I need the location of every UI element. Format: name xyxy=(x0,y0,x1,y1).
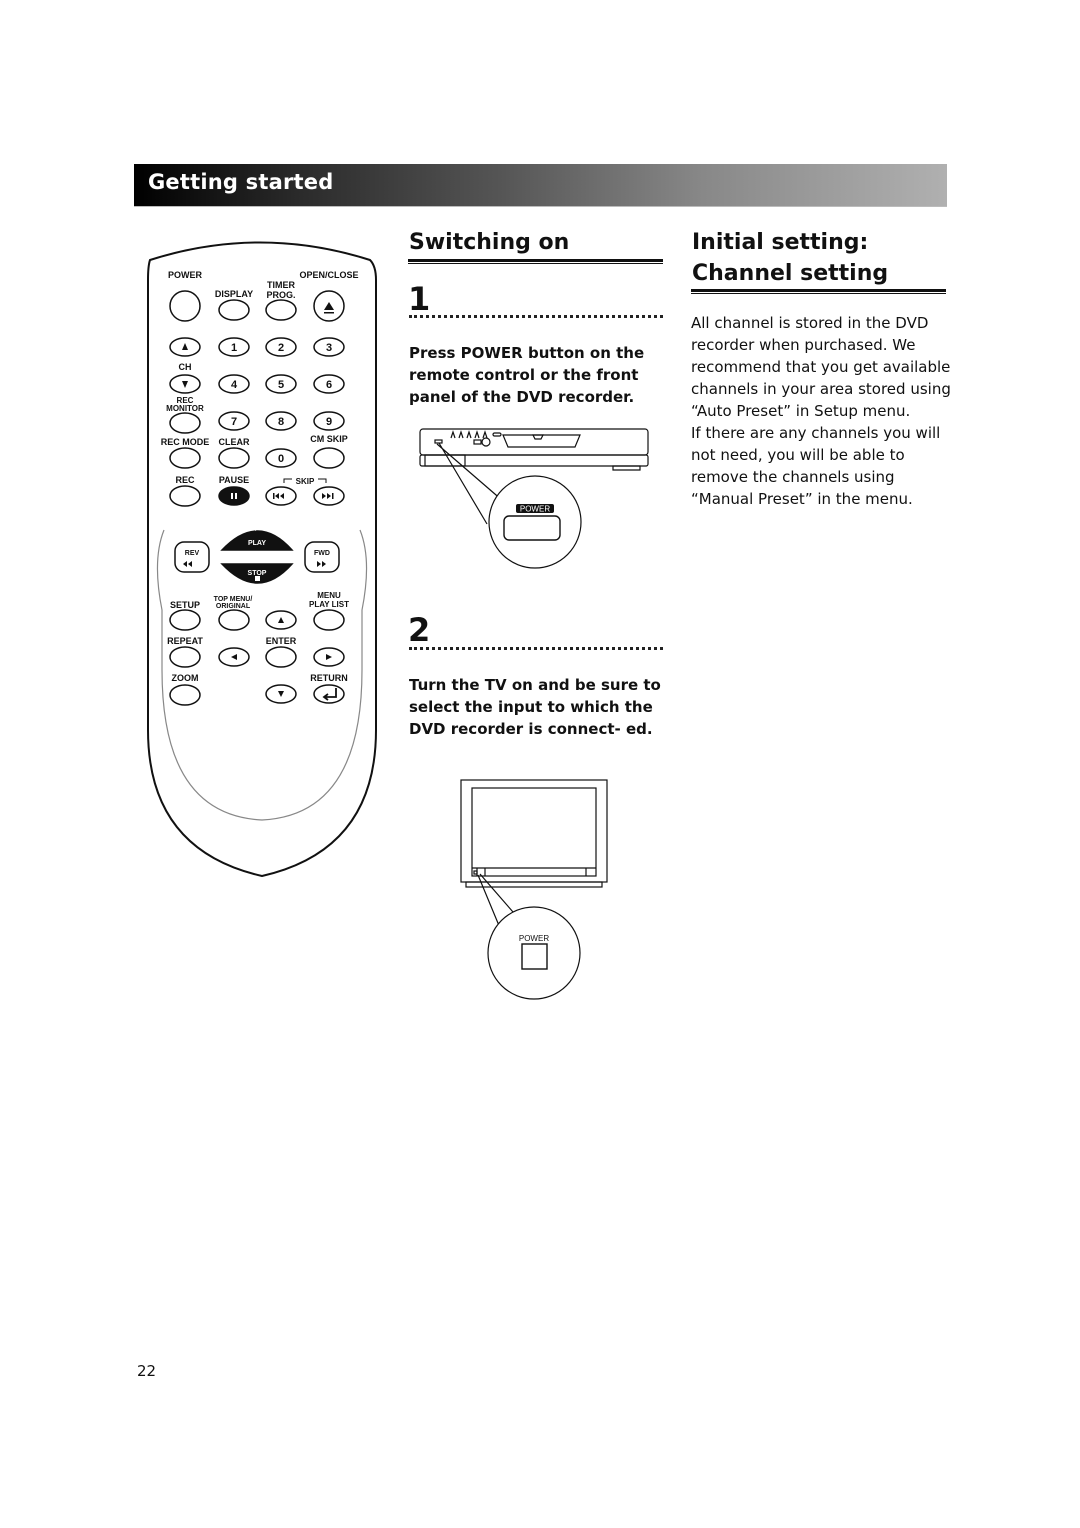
enter-label: ENTER xyxy=(266,636,297,646)
timer-prog-label-line1: TIMER xyxy=(267,280,295,290)
channel-setting-paragraph-1: All channel is stored in the DVD recorde… xyxy=(691,314,951,420)
cm-skip-button[interactable] xyxy=(313,447,345,469)
rec-monitor-button[interactable] xyxy=(169,412,201,434)
digit-1-label: 1 xyxy=(231,342,237,354)
ch-label: CH xyxy=(179,362,192,372)
enter-button[interactable] xyxy=(265,646,297,668)
front-panel-power-label: POWER xyxy=(520,505,550,514)
zoom-label: ZOOM xyxy=(172,673,199,683)
display-button[interactable] xyxy=(218,299,250,321)
timer-prog-button[interactable] xyxy=(265,299,297,321)
digit-4-label: 4 xyxy=(231,379,238,391)
clear-label: CLEAR xyxy=(219,437,250,447)
switching-on-title: Switching on xyxy=(409,230,570,255)
rec-mode-button[interactable] xyxy=(169,447,201,469)
section-banner: Getting started xyxy=(134,164,947,207)
callout-circle xyxy=(488,475,582,569)
digit-0-label: 0 xyxy=(278,453,284,465)
menu-button[interactable] xyxy=(313,609,345,631)
power-button[interactable] xyxy=(169,290,201,322)
play-icon xyxy=(255,523,261,531)
callout-circle xyxy=(487,906,581,1000)
dvd-recorder-front-panel-illustration: POWER xyxy=(419,428,649,569)
step-2-dotted-divider xyxy=(409,647,663,650)
fwd-label: FWD xyxy=(314,550,330,557)
menu-label-line1: MENU xyxy=(317,591,341,600)
skip-label: SKIP xyxy=(296,477,315,486)
play-label: PLAY xyxy=(248,540,266,547)
open-close-label: OPEN/CLOSE xyxy=(299,270,358,280)
rev-label: REV xyxy=(185,550,200,557)
switching-on-title-rule xyxy=(408,259,663,264)
cm-skip-label: CM SKIP xyxy=(310,434,348,444)
digit-5-label: 5 xyxy=(278,379,284,391)
remote-control-illustration: POWER DISPLAY TIMER PROG. OPEN/CLOSE CH … xyxy=(147,241,377,878)
clear-button[interactable] xyxy=(218,447,250,469)
digit-3-label: 3 xyxy=(326,342,332,354)
channel-setting-title-line1: Initial setting: xyxy=(692,230,869,255)
pause-button[interactable] xyxy=(218,486,250,506)
return-button[interactable] xyxy=(313,684,345,704)
return-label: RETURN xyxy=(310,673,348,683)
tv-power-label: POWER xyxy=(519,934,549,943)
step-2-instruction: Turn the TV on and be sure to select the… xyxy=(409,676,661,738)
setup-label: SETUP xyxy=(170,600,200,610)
pause-label: PAUSE xyxy=(219,475,249,485)
top-menu-button[interactable] xyxy=(218,609,250,631)
tv-illustration: POWER xyxy=(460,779,608,1000)
digit-7-label: 7 xyxy=(231,416,237,428)
section-title: Getting started xyxy=(148,170,334,194)
page-number: 22 xyxy=(137,1362,157,1380)
step-1-number: 1 xyxy=(408,280,431,318)
digit-8-label: 8 xyxy=(278,416,284,428)
menu-label-line2: PLAY LIST xyxy=(309,600,349,609)
channel-setting-paragraph-2: If there are any channels you will not n… xyxy=(691,424,941,508)
rec-mode-label: REC MODE xyxy=(161,437,210,447)
timer-prog-label-line2: PROG. xyxy=(266,290,295,300)
digit-2-label: 2 xyxy=(278,342,284,354)
rec-monitor-label-line2: MONITOR xyxy=(166,404,204,413)
repeat-button[interactable] xyxy=(169,646,201,668)
channel-setting-title-line2: Channel setting xyxy=(692,261,889,286)
rec-button[interactable] xyxy=(169,485,201,507)
rec-label: REC xyxy=(175,475,195,485)
step-2-number: 2 xyxy=(408,611,431,649)
top-menu-label-line1: TOP MENU/ xyxy=(214,596,253,603)
step-1-instruction: Press POWER button on the remote control… xyxy=(409,344,645,406)
fwd-button[interactable] xyxy=(304,541,340,573)
digit-6-label: 6 xyxy=(326,379,332,391)
rev-button[interactable] xyxy=(174,541,210,573)
stop-label: STOP xyxy=(248,570,267,577)
top-menu-label-line2: ORIGINAL xyxy=(216,603,251,610)
display-label: DISPLAY xyxy=(215,289,253,299)
channel-setting-title-rule xyxy=(691,289,946,294)
power-label: POWER xyxy=(168,270,203,280)
step-1-dotted-divider xyxy=(409,315,663,318)
zoom-button[interactable] xyxy=(169,684,201,706)
repeat-label: REPEAT xyxy=(167,636,203,646)
setup-button[interactable] xyxy=(169,609,201,631)
digit-9-label: 9 xyxy=(326,416,332,428)
